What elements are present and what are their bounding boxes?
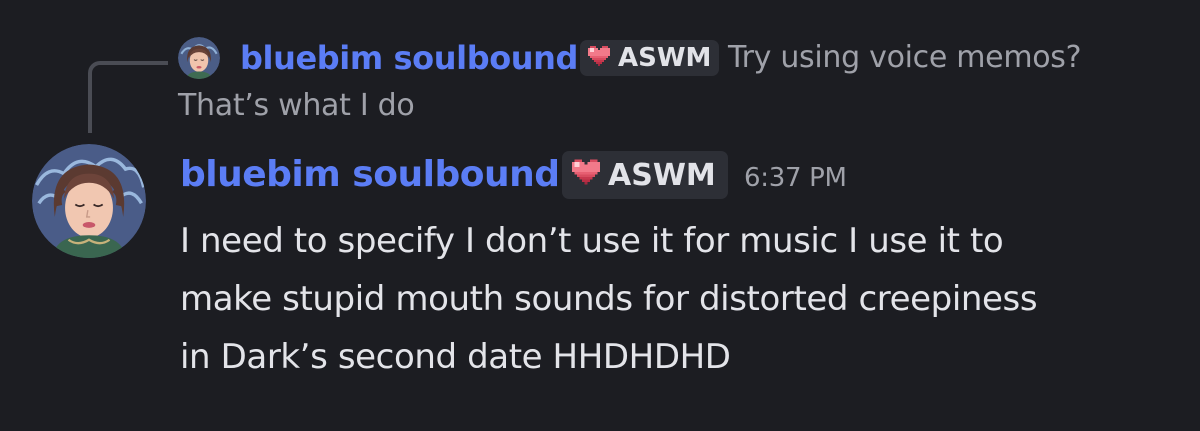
- message-text-line: I need to specify I don’t use it for mus…: [180, 221, 1004, 261]
- reply-preview-text-line-2[interactable]: That’s what I do: [178, 84, 415, 128]
- message-server-tag[interactable]: ASWM: [562, 151, 728, 199]
- reply-avatar[interactable]: [178, 37, 220, 79]
- message-author-username[interactable]: bluebim soulbound: [180, 150, 560, 200]
- reply-server-tag[interactable]: ASWM: [580, 40, 720, 76]
- message-tag-label: ASWM: [608, 157, 716, 193]
- reply-username[interactable]: bluebim soulbound: [240, 36, 578, 80]
- message-author-avatar[interactable]: [32, 144, 146, 258]
- message-text-line: in Dark’s second date HHDHDHD: [180, 337, 731, 377]
- message-text-line: make stupid mouth sounds for distorted c…: [180, 279, 1038, 319]
- reply-preview-text-line-1[interactable]: Try using voice memos?: [728, 36, 1082, 80]
- message-timestamp[interactable]: 6:37 PM: [744, 160, 847, 196]
- reply-tag-label: ASWM: [618, 43, 712, 73]
- message-content: I need to specify I don’t use it for mus…: [180, 212, 1180, 386]
- reply-connector-line: [88, 61, 168, 133]
- pixel-heart-icon: [572, 158, 600, 193]
- pixel-heart-icon: [588, 43, 610, 73]
- message-view: bluebim soulbound ASWM Try using voice m…: [0, 0, 1200, 431]
